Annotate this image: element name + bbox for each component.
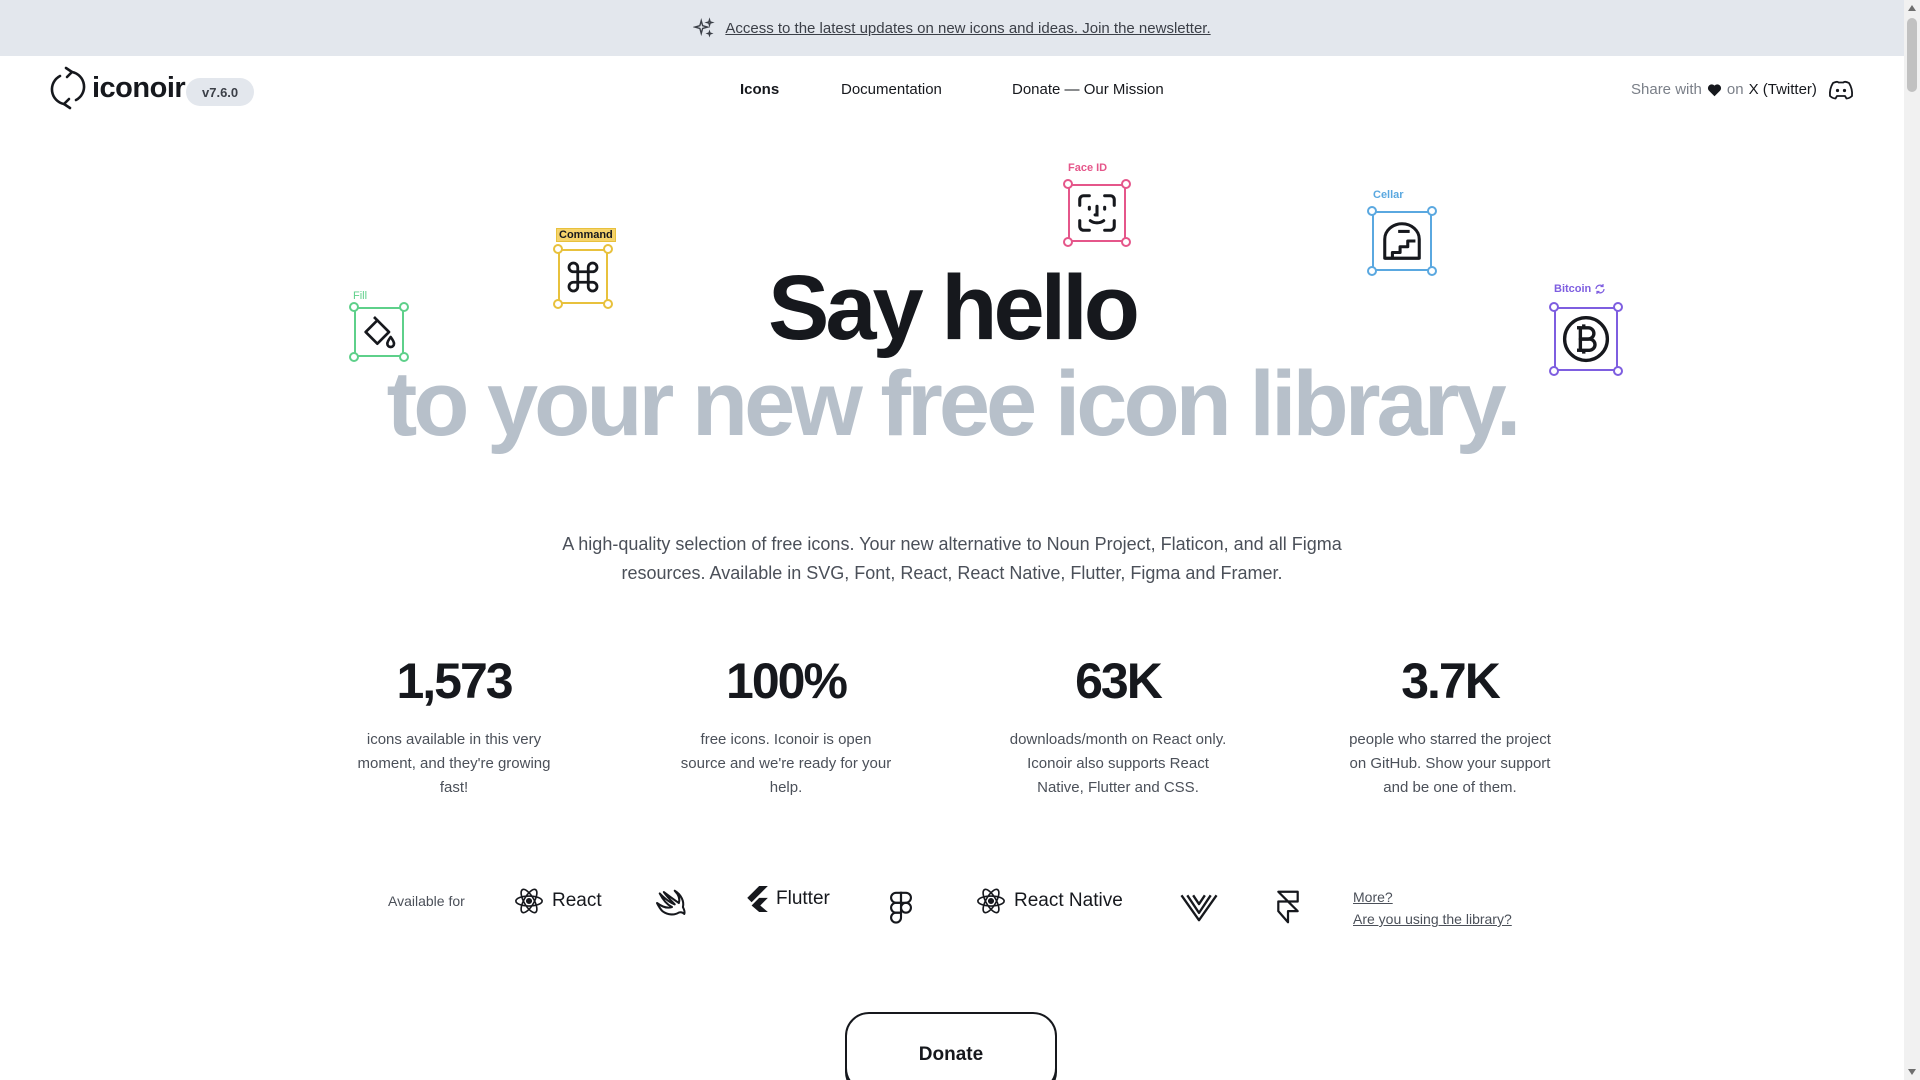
heart-icon <box>1707 83 1721 96</box>
hero-subheadline: to your new free icon library. <box>386 353 1522 455</box>
framework-flutter[interactable]: Flutter <box>746 886 830 912</box>
hero-description: A high-quality selection of free icons. … <box>562 534 1342 583</box>
float-face-id-label: Face ID <box>1068 162 1108 174</box>
framework-react-label: React <box>552 890 602 911</box>
float-cellar-label: Cellar <box>1373 189 1404 201</box>
logo-text: iconoir <box>92 71 186 104</box>
share-on: on <box>1726 81 1744 98</box>
stat-downloads: 63K downloads/month on React only. Icono… <box>1008 656 1228 800</box>
cellar-icon <box>1383 222 1421 260</box>
discord-icon[interactable] <box>1828 79 1854 101</box>
share-target: X (Twitter) <box>1748 81 1817 98</box>
face-id-frame <box>1068 184 1126 242</box>
stat-description: icons available in this very moment, and… <box>357 731 551 796</box>
stat-stars: 3.7K people who starred the project on G… <box>1340 656 1560 800</box>
stat-free: 100% free icons. Iconoir is open source … <box>676 656 896 800</box>
stat-value: 100% <box>726 653 848 709</box>
more-links: More? Are you using the library? <box>1353 886 1512 930</box>
stat-description: downloads/month on React only. Iconoir a… <box>1009 731 1227 796</box>
react-icon <box>515 888 543 914</box>
version-badge[interactable]: v7.6.0 <box>186 78 255 106</box>
stat-description: people who starred the project on GitHub… <box>1349 731 1551 796</box>
figma-icon[interactable] <box>889 890 913 924</box>
framework-react[interactable]: React <box>514 886 602 916</box>
site-header: iconoir v7.6.0 Icons Documentation Donat… <box>0 56 1904 126</box>
swift-icon[interactable] <box>655 888 689 918</box>
react-native-icon <box>977 888 1005 914</box>
framework-react-native-label: React Native <box>1014 890 1123 911</box>
stat-value: 3.7K <box>1401 653 1501 709</box>
sparks-icon <box>693 17 715 38</box>
announcement-bar: Access to the latest updates on new icon… <box>0 0 1904 56</box>
float-command-label: Command <box>556 228 616 242</box>
page-scrollbar[interactable] <box>1904 0 1920 1080</box>
stat-value: 1,573 <box>396 653 513 709</box>
more-link[interactable]: More? <box>1353 886 1512 908</box>
framer-icon[interactable] <box>1275 889 1301 925</box>
flutter-icon <box>747 886 768 912</box>
scroll-thumb[interactable] <box>1907 18 1917 92</box>
share-link[interactable]: Share with on X (Twitter) <box>1631 81 1817 98</box>
share-prefix: Share with <box>1631 81 1702 98</box>
stat-icons-count: 1,573 icons available in this very momen… <box>344 656 564 800</box>
scroll-down-arrow-icon[interactable] <box>1908 1069 1916 1075</box>
available-for-label: Available for <box>388 893 465 909</box>
vue-icon[interactable] <box>1180 892 1218 922</box>
logo[interactable]: iconoir <box>50 66 186 110</box>
stat-description: free icons. Iconoir is open source and w… <box>680 731 892 796</box>
newsletter-link[interactable]: Access to the latest updates on new icon… <box>725 20 1210 37</box>
hero-title: Say hello <box>768 257 1140 359</box>
nav-donate-mission[interactable]: Donate — Our Mission <box>1012 81 1164 98</box>
nav-documentation[interactable]: Documentation <box>841 81 942 98</box>
framework-react-native[interactable]: React Native <box>976 886 1123 916</box>
scroll-up-arrow-icon[interactable] <box>1908 5 1916 11</box>
page: Access to the latest updates on new icon… <box>0 0 1904 1080</box>
float-face-id: Face ID <box>1060 162 1136 250</box>
face-id-icon <box>1078 194 1116 232</box>
using-library-link[interactable]: Are you using the library? <box>1353 908 1512 930</box>
stat-value: 63K <box>1075 653 1163 709</box>
nav-icons[interactable]: Icons <box>740 81 779 98</box>
framework-flutter-label: Flutter <box>776 888 830 909</box>
iconoir-logo-icon <box>50 66 86 110</box>
donate-button[interactable]: Donate <box>845 1012 1057 1080</box>
